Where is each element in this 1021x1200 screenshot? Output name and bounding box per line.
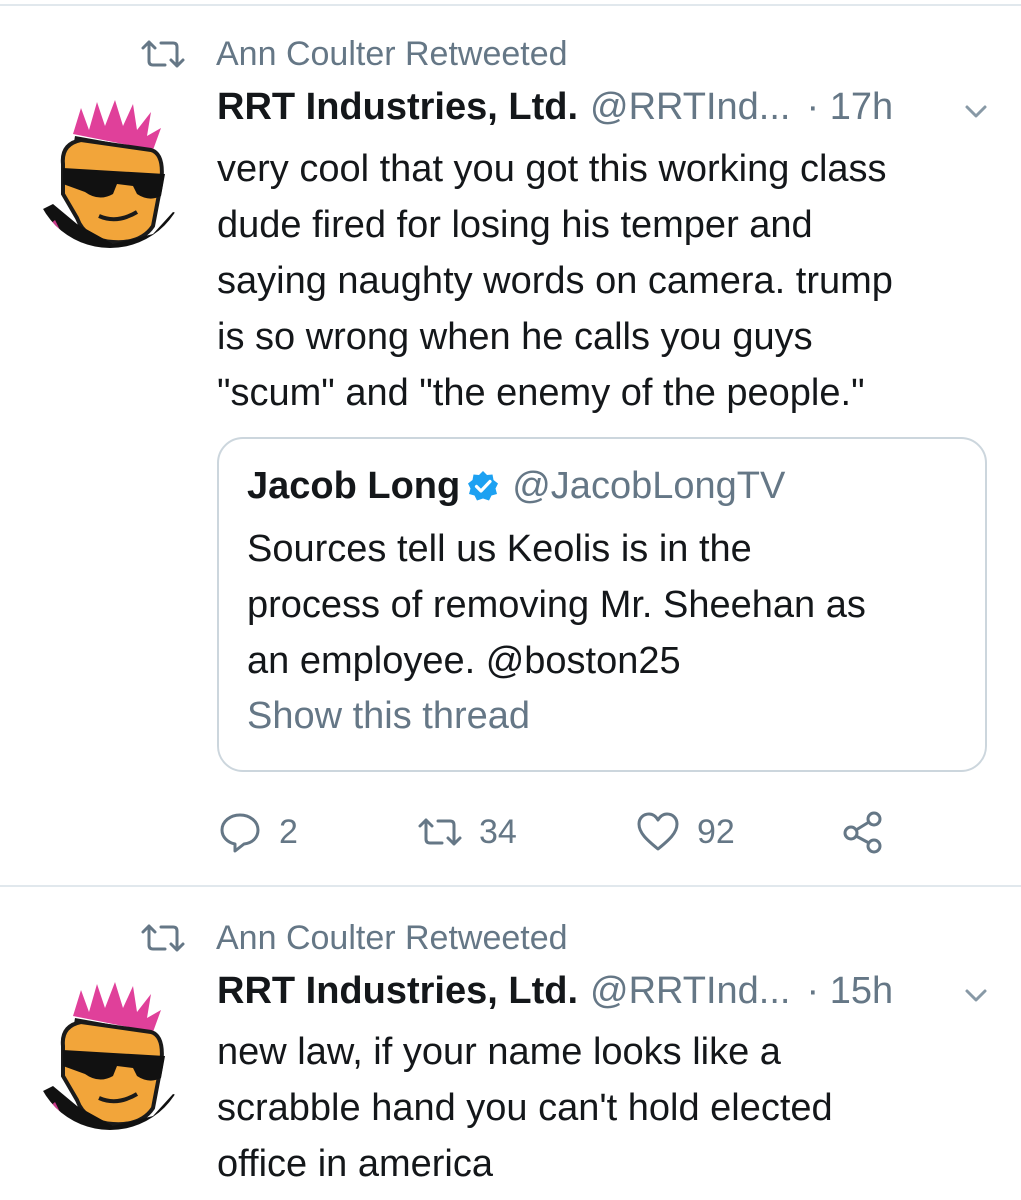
verified-badge-icon [466, 469, 500, 503]
tweet-text: very cool that you got this working clas… [217, 141, 997, 421]
quoted-tweet-card[interactable]: Jacob Long @JacobLongTV Sources tell us … [217, 437, 987, 772]
reply-count: 2 [279, 812, 298, 851]
quoted-tweet-header: Jacob Long @JacobLongTV [247, 461, 785, 511]
tweet-text-line: scrabble hand you can't hold elected [217, 1087, 833, 1129]
retweet-context: Ann Coulter Retweeted [140, 34, 568, 74]
like-count: 92 [697, 812, 735, 851]
tweet-header: RRT Industries, Ltd. @RRTInd... · 15h [217, 970, 991, 1020]
author-name[interactable]: RRT Industries, Ltd. [217, 970, 578, 1013]
quoted-author-name: Jacob Long [247, 464, 461, 507]
like-button[interactable]: 92 [635, 806, 735, 858]
tweet-text-line: "scum" and "the enemy of the people." [217, 372, 865, 414]
retweet-icon [140, 39, 186, 69]
reply-icon [217, 809, 263, 855]
tweet-actions: 2 34 92 [217, 806, 917, 858]
retweet-icon [140, 923, 186, 953]
retweet-context: Ann Coulter Retweeted [140, 918, 568, 958]
tweet-text-line: is so wrong when he calls you guys [217, 316, 813, 358]
tweet-timestamp[interactable]: · 17h [806, 86, 893, 129]
quoted-text-line: Sources tell us Keolis is in the [247, 528, 752, 570]
quoted-text-line: an employee. @boston25 [247, 640, 681, 682]
share-button[interactable] [841, 806, 887, 858]
show-thread-link[interactable]: Show this thread [247, 695, 530, 738]
share-icon [841, 809, 887, 855]
author-name[interactable]: RRT Industries, Ltd. [217, 86, 578, 129]
quoted-author-handle: @JacobLongTV [512, 464, 786, 507]
author-handle[interactable]: @RRTInd... [590, 86, 790, 129]
retweeted-by-label: Ann Coulter Retweeted [216, 918, 568, 957]
heart-icon [635, 809, 681, 855]
tweet-text-line: saying naughty words on camera. trump [217, 260, 893, 302]
retweet-button[interactable]: 34 [417, 806, 517, 858]
tweet-text-line: very cool that you got this working clas… [217, 148, 887, 190]
tweet[interactable]: Ann Coulter Retweeted RRT Industries, Lt… [0, 888, 1021, 1200]
retweet-count: 34 [479, 812, 517, 851]
chevron-down-icon[interactable] [961, 96, 991, 126]
avatar[interactable] [33, 94, 187, 248]
tweet-timestamp[interactable]: · 15h [806, 970, 893, 1013]
chevron-down-icon[interactable] [961, 980, 991, 1010]
quoted-tweet-text: Sources tell us Keolis is in the process… [247, 521, 967, 689]
tweet-text-line: dude fired for losing his temper and [217, 204, 813, 246]
reply-button[interactable]: 2 [217, 806, 298, 858]
tweet-divider [0, 885, 1021, 887]
tweet-header: RRT Industries, Ltd. @RRTInd... · 17h [217, 86, 991, 136]
author-handle[interactable]: @RRTInd... [590, 970, 790, 1013]
tweet[interactable]: Ann Coulter Retweeted RRT Industries, Lt… [0, 0, 1021, 886]
tweet-text: new law, if your name looks like a scrab… [217, 1024, 997, 1192]
tweet-text-line: office in america [217, 1143, 493, 1185]
tweet-text-line: new law, if your name looks like a [217, 1031, 781, 1073]
retweeted-by-label: Ann Coulter Retweeted [216, 34, 568, 73]
avatar[interactable] [33, 976, 187, 1130]
quoted-text-line: process of removing Mr. Sheehan as [247, 584, 866, 626]
retweet-icon [417, 809, 463, 855]
